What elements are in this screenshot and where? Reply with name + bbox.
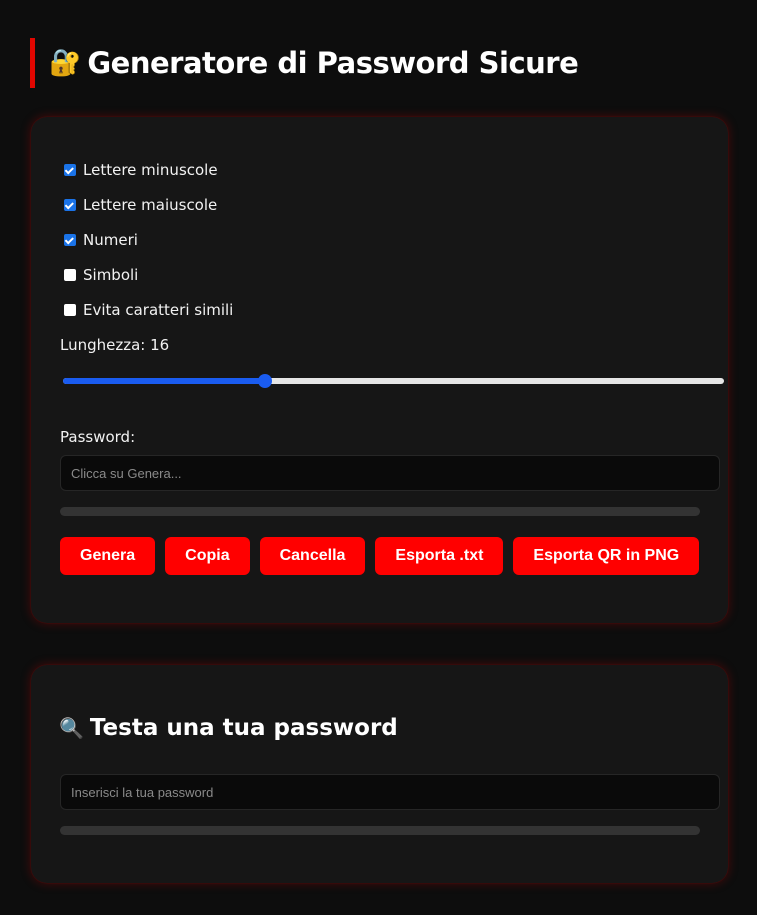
option-label: Evita caratteri simili [83,301,234,319]
generate-button[interactable]: Genera [60,537,156,575]
option-label: Lettere maiuscole [83,196,218,214]
option-label: Numeri [83,231,138,249]
tester-title-text: Testa una tua password [89,715,398,741]
test-password-placeholder: Inserisci la tua password [71,784,214,800]
generator-card: Lettere minuscole Lettere maiuscole Nume… [31,117,728,623]
password-output-field[interactable]: Clicca su Genera... [60,455,720,491]
slider-fill [63,378,265,384]
option-label: Lettere minuscole [83,161,218,179]
magnifier-icon: 🔍 [59,716,84,740]
password-placeholder: Clicca su Genera... [71,465,182,481]
option-uppercase[interactable]: Lettere maiuscole [64,196,217,214]
export-txt-button[interactable]: Esporta .txt [375,537,504,575]
export-qr-button[interactable]: Esporta QR in PNG [513,537,700,575]
page-header: 🔐 Generatore di Password Sicure [30,38,579,88]
checkbox-uppercase[interactable] [64,199,76,211]
strength-bar [60,507,700,516]
password-label: Password: [60,428,136,446]
slider-thumb[interactable] [257,374,272,388]
option-numbers[interactable]: Numeri [64,231,138,249]
test-password-input[interactable]: Inserisci la tua password [60,774,720,810]
checkbox-avoid-similar[interactable] [64,304,76,316]
option-avoid-similar[interactable]: Evita caratteri simili [64,301,233,319]
checkbox-lowercase[interactable] [64,164,76,176]
length-label: Lunghezza: 16 [60,336,170,354]
checkbox-symbols[interactable] [64,269,76,281]
copy-button[interactable]: Copia [165,537,250,575]
tester-card: 🔍 Testa una tua password Inserisci la tu… [31,665,728,883]
option-symbols[interactable]: Simboli [64,266,138,284]
button-row: Genera Copia Cancella Esporta .txt Espor… [60,537,700,575]
clear-button[interactable]: Cancella [259,537,366,575]
checkbox-numbers[interactable] [64,234,76,246]
length-slider[interactable] [63,374,724,388]
option-lowercase[interactable]: Lettere minuscole [64,161,218,179]
test-strength-bar [60,826,700,835]
page-title: Generatore di Password Sicure [87,46,579,80]
tester-title: 🔍 Testa una tua password [59,715,398,741]
lock-key-icon: 🔐 [49,48,82,78]
option-label: Simboli [83,266,139,284]
